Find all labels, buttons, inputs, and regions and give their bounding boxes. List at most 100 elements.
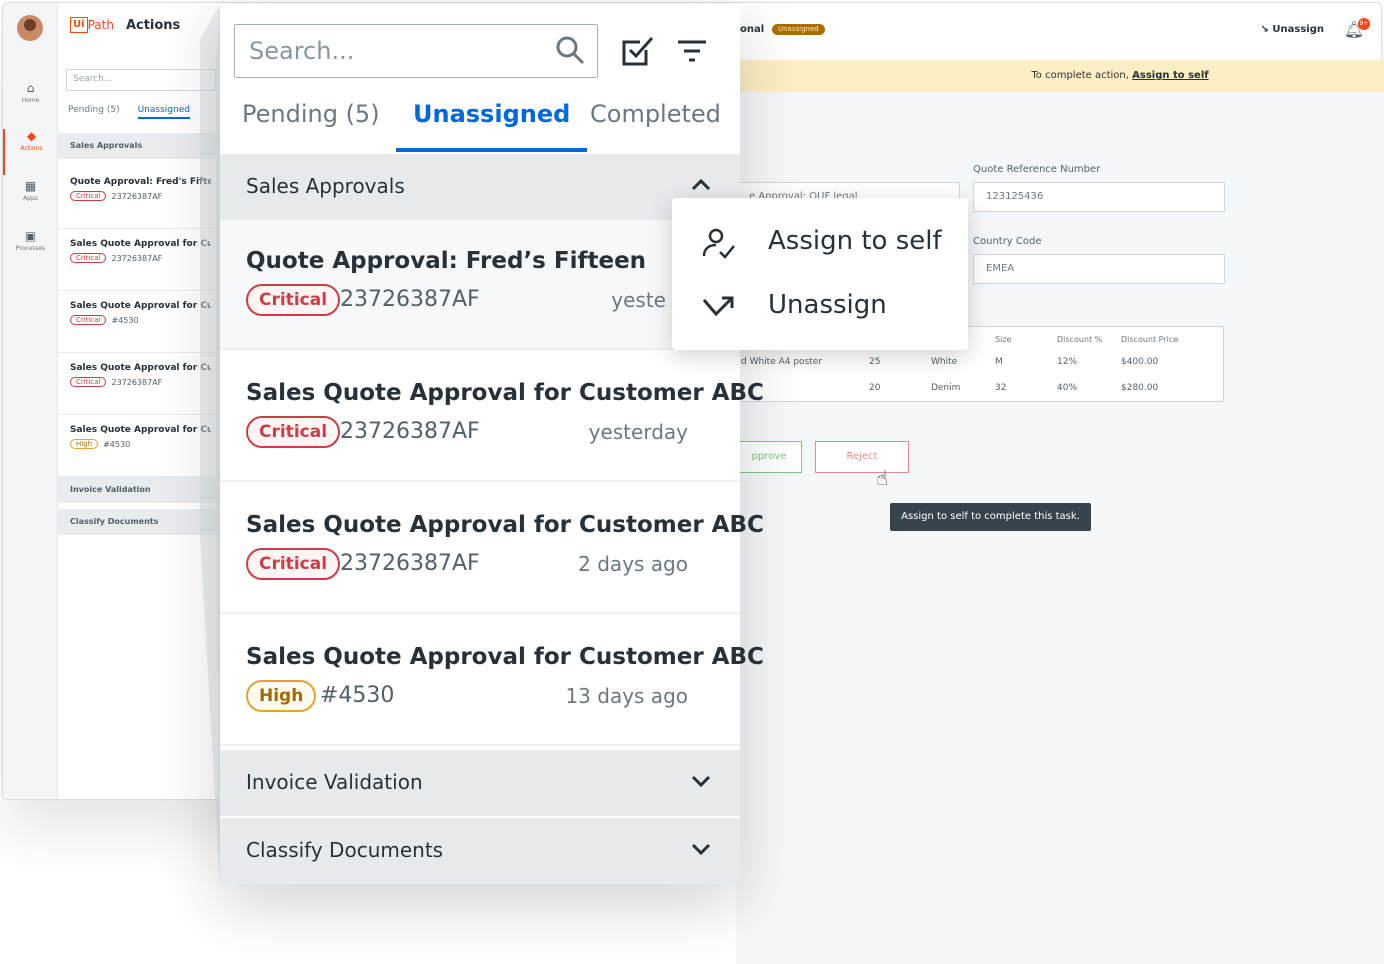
mini-task-card[interactable]: Sales Quote Approval for Customer ABC Cr…	[58, 291, 223, 353]
task-card[interactable]: Quote Approval: Fred’s Fifteen Critical …	[220, 220, 740, 350]
approve-button[interactable]: pprove	[736, 441, 802, 473]
task-card-time: yeste	[611, 288, 666, 312]
tooltip: Assign to self to complete this task.	[890, 503, 1091, 531]
unassign-button[interactable]: ↘ Unassign	[1261, 24, 1324, 35]
search-input[interactable]: Search...	[234, 24, 598, 78]
filter-icon[interactable]	[674, 34, 710, 70]
mini-group-classify[interactable]: Classify Documents	[58, 509, 223, 535]
apps-icon: ▦	[24, 179, 37, 193]
task-card[interactable]: Sales Quote Approval for Customer ABC Cr…	[220, 352, 764, 482]
menu-label: Unassign	[768, 290, 887, 320]
avatar[interactable]	[17, 15, 43, 41]
task-card[interactable]: Sales Quote Approval for Customer ABC Cr…	[220, 484, 764, 614]
screenshot-stage: ⌂ Home ◆ Actions ▦ Apps ▣ Processes Ui P…	[0, 0, 1384, 964]
group-header-sales[interactable]: Sales Approvals	[220, 154, 740, 220]
task-card-time: 2 days ago	[578, 552, 688, 576]
task-card-ref: 23726387AF	[340, 419, 480, 444]
rail-item-actions[interactable]: ◆ Actions	[3, 129, 58, 175]
table-cell: 20	[869, 383, 881, 393]
nav-rail: ⌂ Home ◆ Actions ▦ Apps ▣ Processes	[3, 3, 58, 799]
group-header-classify[interactable]: Classify Documents	[220, 818, 740, 884]
priority-badge: High	[70, 439, 99, 449]
zoomed-task-panel: Search... Pending (5) Unassigned Complet…	[220, 4, 764, 884]
mini-group-sales[interactable]: Sales Approvals	[58, 133, 223, 159]
mini-task-card[interactable]: Quote Approval: Fred's Fifteen Critical 2…	[58, 167, 223, 229]
group-header-invoice[interactable]: Invoice Validation	[220, 750, 740, 816]
mini-search-input[interactable]: Search...	[66, 69, 216, 91]
mini-tab-unassigned[interactable]: Unassigned	[137, 105, 190, 119]
rail-item-home[interactable]: ⌂ Home	[3, 81, 58, 127]
task-card-ref: 23726387AF	[340, 287, 480, 312]
chevron-up-icon	[691, 178, 711, 191]
mini-task-card[interactable]: Sales Quote Approval for Customer ABC Hi…	[58, 415, 223, 477]
quote-ref-label: Quote Reference Number	[973, 164, 1101, 175]
unassign-label: Unassign	[1272, 24, 1324, 35]
task-card[interactable]: Sales Quote Approval for Customer ABC Hi…	[220, 616, 764, 746]
notification-count: 9+	[1358, 18, 1370, 30]
chevron-down-icon	[691, 775, 711, 788]
table-cell: White	[931, 357, 958, 367]
detail-header: onal Unassigned ↘ Unassign 🔔︎ 9+	[736, 18, 1384, 48]
mini-group-invoice[interactable]: Invoice Validation	[58, 477, 223, 503]
table-cell: M	[995, 357, 1003, 367]
processes-icon: ▣	[24, 229, 37, 243]
assign-context-menu: Assign to self Unassign	[672, 198, 968, 350]
search-icon[interactable]	[554, 34, 586, 66]
task-card-ref: #4530	[320, 683, 395, 708]
table-cell: $400.00	[1121, 357, 1159, 367]
task-card-time: yesterday	[588, 420, 688, 444]
banner-assign-link[interactable]: Assign to self	[1132, 70, 1208, 81]
banner-text: To complete action,	[1031, 70, 1129, 81]
table-cell: $280.00	[1121, 383, 1159, 393]
assign-banner: To complete action, Assign to self	[736, 60, 1384, 92]
tab-unassigned[interactable]: Unassigned	[396, 100, 588, 152]
mini-tabs: Pending (5) Unassigned	[68, 105, 190, 119]
mini-task-card[interactable]: Sales Quote Approval for Customer ABC Cr…	[58, 353, 223, 415]
task-card-title: Quote Approval: Fred’s Fifteen	[246, 248, 647, 274]
rail-label: Processes	[15, 245, 46, 252]
rail-item-apps[interactable]: ▦ Apps	[3, 179, 58, 225]
rail-item-processes[interactable]: ▣ Processes	[3, 229, 58, 275]
priority-badge: Critical	[246, 284, 341, 316]
priority-badge: Critical	[70, 315, 107, 325]
table-header: Size	[995, 335, 1012, 344]
rail-label: Home	[21, 97, 40, 104]
task-card-title: Sales Quote Approval for Customer ABC	[246, 644, 764, 670]
mini-card-title: Sales Quote Approval for Customer ABC	[70, 425, 211, 435]
task-card-title: Sales Quote Approval for Customer ABC	[246, 512, 764, 538]
tab-pending[interactable]: Pending (5)	[242, 100, 380, 152]
group-title: Classify Documents	[246, 838, 444, 862]
tab-completed[interactable]: Completed	[590, 100, 721, 152]
mini-card-title: Sales Quote Approval for Customer ABC	[70, 363, 211, 373]
reject-button[interactable]: Reject	[815, 441, 909, 473]
table-header: Discount Price	[1121, 335, 1179, 344]
app-title: Actions	[125, 17, 181, 33]
mini-tab-pending[interactable]: Pending (5)	[68, 105, 120, 119]
actions-icon: ◆	[26, 129, 37, 143]
task-tabs: Pending (5) Unassigned Completed	[220, 100, 740, 156]
mini-card-ref: 23726387AF	[111, 377, 163, 387]
priority-badge: Critical	[246, 548, 341, 580]
logo-path: Path	[87, 18, 114, 32]
table-cell: 40%	[1057, 383, 1078, 393]
quote-ref-field[interactable]: 123125436	[973, 182, 1225, 212]
checkbox-select-icon[interactable]	[618, 32, 656, 70]
table-cell: 25	[869, 357, 881, 367]
hand-cursor-icon: ☝	[876, 466, 889, 490]
mini-card-ref: 23726387AF	[111, 253, 163, 263]
home-icon: ⌂	[26, 81, 35, 95]
task-card-time: 13 days ago	[565, 684, 688, 708]
mini-card-title: Sales Quote Approval for Customer ABC	[70, 239, 211, 249]
menu-item-assign-to-self[interactable]: Assign to self	[672, 212, 968, 274]
table-header: Discount %	[1057, 335, 1103, 344]
mini-task-card[interactable]: Sales Quote Approval for Customer ABC Cr…	[58, 229, 223, 291]
country-code-field[interactable]: EMEA	[973, 254, 1225, 284]
task-card-title: Sales Quote Approval for Customer ABC	[246, 380, 764, 406]
table-cell: Denim	[931, 383, 961, 393]
priority-badge: Critical	[70, 191, 107, 201]
group-title: Invoice Validation	[246, 770, 423, 794]
mini-card-ref: #4530	[111, 315, 139, 325]
table-cell: d White A4 poster	[741, 357, 823, 367]
menu-item-unassign[interactable]: Unassign	[672, 276, 968, 338]
country-code-label: Country Code	[973, 236, 1042, 247]
